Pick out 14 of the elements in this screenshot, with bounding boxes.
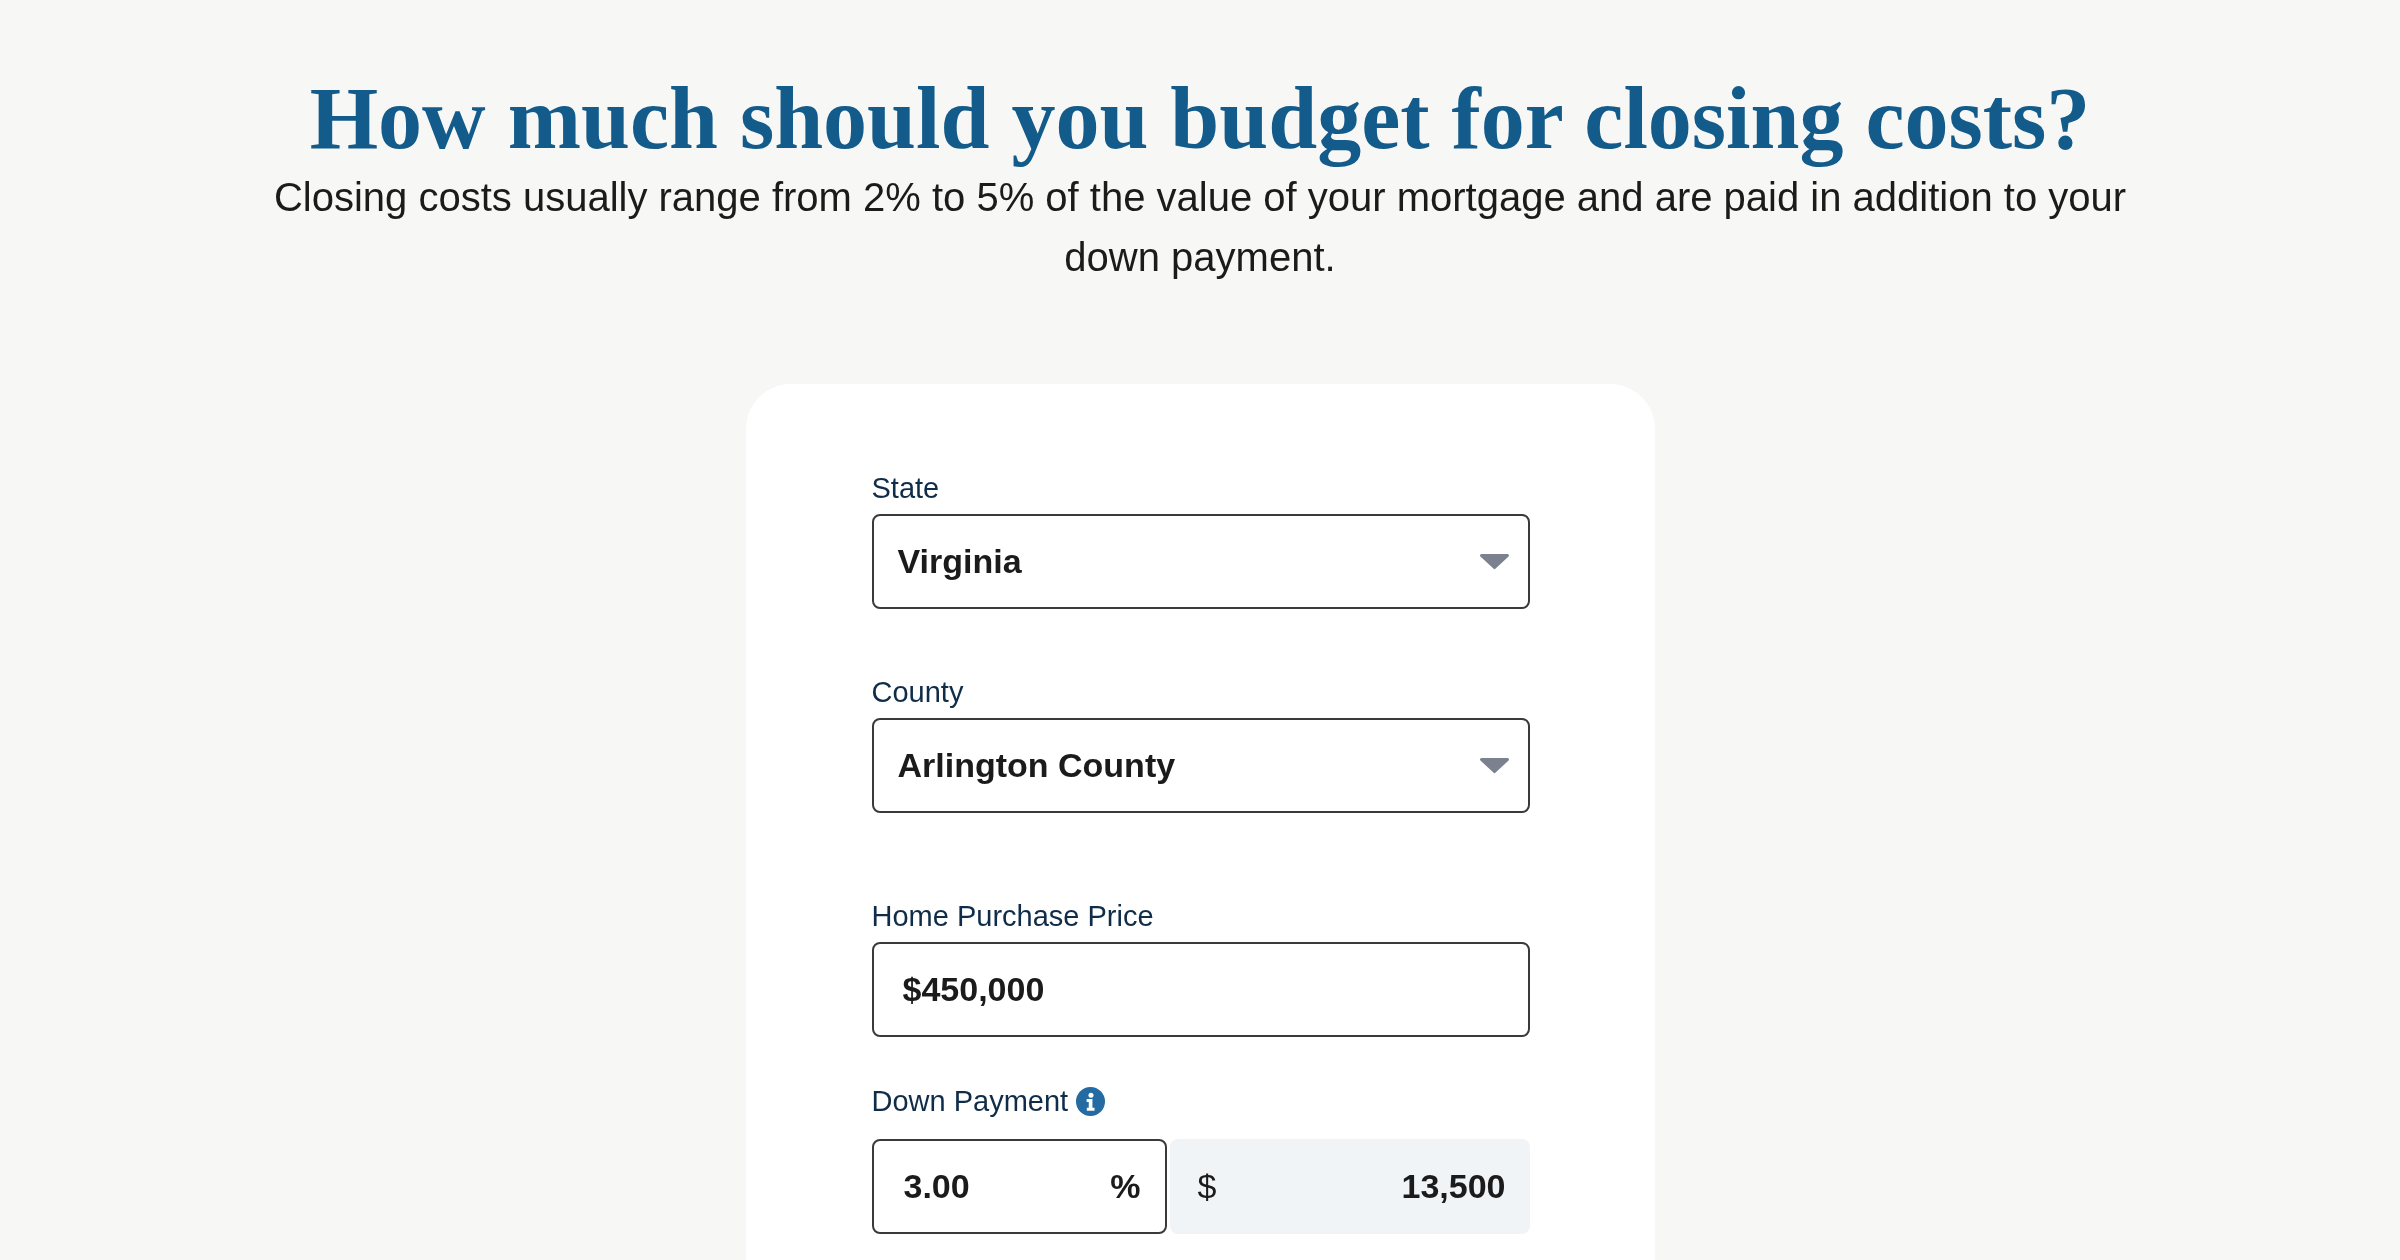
price-input[interactable]: $450,000 [871,942,1530,1038]
field-label: County [871,675,964,711]
field-label: Down Payment [871,1084,1069,1120]
dropdown[interactable]: Arlington County [871,718,1530,814]
dropdown[interactable]: Virginia [871,514,1530,610]
intro-text: Closing costs usually range from 2% to 5% of the value of your mortgage and are paid in addition to your down payment. [272,174,2128,282]
caret-icon [1478,553,1510,571]
amount-input[interactable]: $ 13,500 [1169,1139,1530,1235]
percent-input[interactable]: 3.00 % [871,1139,1167,1235]
field-label: Home Purchase Price [871,899,1154,935]
caret-icon [1478,757,1510,775]
page-heading: How much should you budget for closing costs? [308,70,2092,168]
info-icon[interactable] [1076,1086,1106,1116]
field-label: State [871,471,940,507]
